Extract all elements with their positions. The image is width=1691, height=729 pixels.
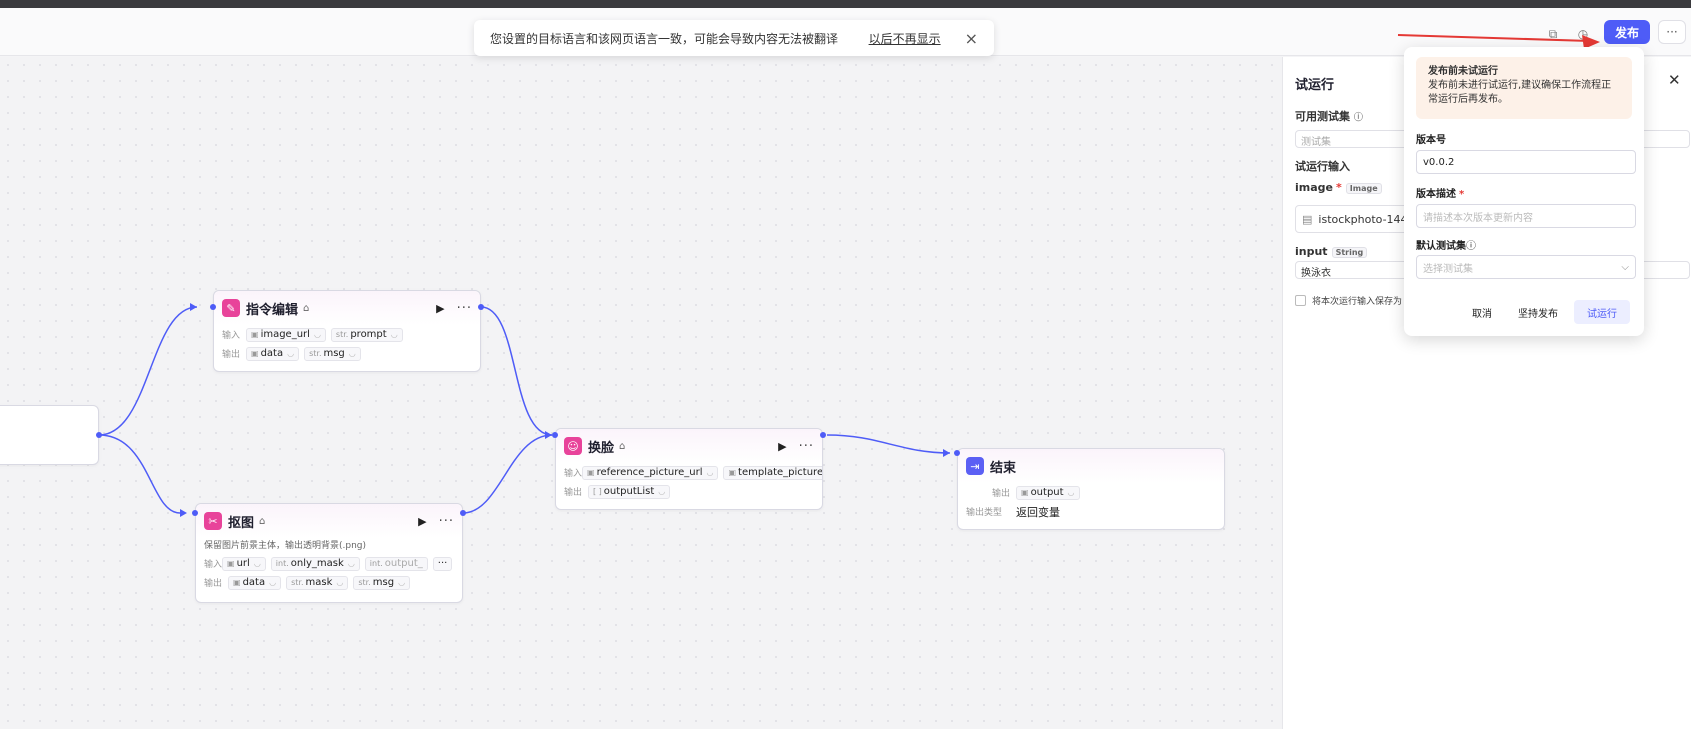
version-input[interactable]: v0.0.2 [1416,150,1636,174]
workflow-canvas[interactable]: ✎ 指令编辑 ⌂ ▶ ··· 输入 ▣ image_url ◡ str. prompt… [0,57,1282,729]
translate-message: 您设置的目标语言和该网页语言一致，可能会导致内容无法被翻译 [490,31,839,46]
output-chip-data: ▣ data ◡ [246,346,300,361]
dont-show-again-link[interactable]: 以后不再显示 [869,30,941,47]
edges-layer [98,303,951,517]
edge-faceswap-end [826,434,951,454]
input-chip-output: int. output_ [364,556,428,571]
translate-notice: 您设置的目标语言和该网页语言一致，可能会导致内容无法被翻译 以后不再显示 × [474,20,994,56]
input-chip-only-mask: int. only_mask ◡ [270,556,360,571]
output-chip-output: ▣ output ◡ [1016,485,1080,500]
input-chip-template-url: ▣ template_picture_ [723,465,822,480]
input-label: 输入 [564,469,583,479]
cutout-in-port[interactable] [192,510,198,516]
input-field-label: input String [1295,245,1368,258]
plugin-badge-icon: ⌂ [303,302,310,314]
more-inputs-icon[interactable]: ··· [432,556,453,571]
cancel-button[interactable]: 取消 [1462,300,1502,324]
publish-button[interactable]: 发布 [1604,20,1650,44]
node-cutout[interactable]: ✂ 抠图 ⌂ ▶ ··· 保留图片前景主体，输出透明背景(.png) 输入 ▣ u… [195,503,463,603]
desc-label: 版本描述 * [1416,189,1465,200]
input-chip-reference-url: ▣ reference_picture_url ◡ [582,465,719,480]
version-label: 版本号 [1416,135,1446,146]
save-input-row[interactable]: 将本次运行输入保存为 [1295,294,1402,307]
edge-cutout-faceswap [462,434,553,514]
cutout-out-port[interactable] [460,510,466,516]
panel-title: 试运行 [1295,78,1335,93]
close-icon[interactable]: × [965,29,978,48]
input-chip-image-url: ▣ image_url ◡ [246,327,326,342]
warning-text: 发布前未进行试运行,建议确保工作流程正常运行后再发布。 [1428,80,1612,105]
image-field-label: image * Image [1295,181,1382,194]
plugin-badge-icon: ⌂ [619,440,626,452]
input-label: 输入 [204,560,223,570]
edge-start-cutout [98,434,181,514]
face-icon: ☺ [564,437,582,455]
output-chip-msg: str. msg ◡ [353,575,411,590]
faceswap-out-port[interactable] [820,432,826,438]
output-label: 输出 [564,488,583,498]
output-chip-msg: str. msg ◡ [304,346,361,361]
warning-box: 发布前未试运行 发布前未进行试运行,建议确保工作流程正常运行后再发布。 [1416,57,1632,119]
version-desc-input[interactable]: 请描述本次版本更新内容 [1416,204,1636,228]
output-chip-mask: str. mask ◡ [286,575,349,590]
force-publish-button[interactable]: 坚持发布 [1510,300,1566,324]
output-type-value: 返回变量 [1016,505,1060,519]
input-label: 输入 [222,331,241,341]
input-chip-url: ▣ url ◡ [222,556,266,571]
run-input-label: 试运行输入 [1295,160,1350,173]
node-title: 换脸 [588,440,615,456]
node-face-swap[interactable]: ☺ 换脸 ⌂ ▶ ··· 输入 ▣ reference_picture_url ◡ … [555,428,823,510]
output-chip-data: ▣ data ◡ [228,575,282,590]
warning-title: 发布前未试运行 [1428,66,1498,77]
image-file-upload[interactable]: ▤ istockphoto-1447 [1295,205,1415,233]
end-icon: ⇥ [966,457,984,475]
edit-out-port[interactable] [478,304,484,310]
faceswap-in-port[interactable] [552,432,558,438]
window-top-strip [0,0,1691,8]
info-icon: ⓘ [1466,241,1476,252]
node-title: 结束 [990,460,1017,476]
start-node[interactable] [0,405,99,465]
testset-select[interactable]: 选择测试集 ⌵ [1416,255,1636,279]
chevron-down-icon: ⌵ [1621,261,1629,273]
run-node-icon[interactable]: ▶ [418,515,426,528]
output-label: 输出 [222,350,241,360]
run-node-icon[interactable]: ▶ [436,302,444,315]
output-label: 输出 [991,489,1010,499]
edge-edit-faceswap [480,306,553,436]
save-checkbox[interactable] [1295,295,1306,306]
run-node-icon[interactable]: ▶ [778,440,786,453]
panel-close-icon[interactable]: ✕ [1668,71,1681,89]
trial-run-button[interactable]: 试运行 [1574,300,1630,324]
edit-in-port[interactable] [210,304,216,310]
default-testset-label: 默认测试集ⓘ [1416,241,1476,252]
node-instruction-edit[interactable]: ✎ 指令编辑 ⌂ ▶ ··· 输入 ▣ image_url ◡ str. prompt… [213,290,481,372]
output-chip-output-list: [ ] outputList ◡ [588,484,671,499]
image-edit-icon: ✎ [222,299,240,317]
node-title: 指令编辑 [246,302,299,318]
output-label: 输出 [204,579,223,589]
node-menu-icon[interactable]: ··· [799,439,814,454]
edge-start-edit [98,306,198,436]
node-description: 保留图片前景主体，输出透明背景(.png) [204,541,367,551]
save-checkbox-label: 将本次运行输入保存为 [1312,297,1403,307]
plugin-badge-icon: ⌂ [259,515,266,527]
input-chip-prompt: str. prompt ◡ [330,327,403,342]
node-menu-icon[interactable]: ··· [457,301,472,316]
node-title: 抠图 [228,515,255,531]
node-menu-icon[interactable]: ··· [439,514,454,529]
output-type-label: 输出类型 [966,508,1003,518]
start-out-port[interactable] [96,432,102,438]
info-icon: ⓘ [1353,113,1363,123]
publish-popover: 发布前未试运行 发布前未进行试运行,建议确保工作流程正常运行后再发布。 版本号 … [1404,47,1644,336]
testset-label: 可用测试集 ⓘ [1295,110,1363,123]
file-icon: ▤ [1302,212,1313,226]
more-menu-button[interactable]: ··· [1658,20,1686,44]
cutout-icon: ✂ [204,512,222,530]
node-end[interactable]: ⇥ 结束 输出 ▣ output ◡ 输出类型 返回变量 [957,448,1225,530]
end-in-port[interactable] [954,450,960,456]
